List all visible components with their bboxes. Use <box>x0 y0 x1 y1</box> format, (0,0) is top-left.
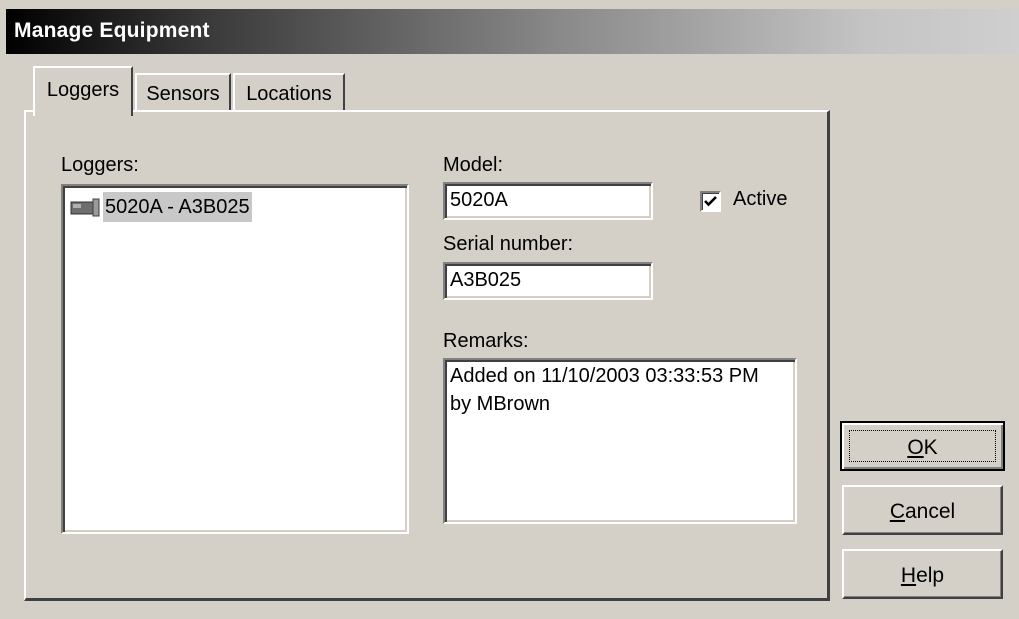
logger-device-icon <box>69 196 101 218</box>
active-checkbox[interactable] <box>700 191 721 212</box>
title-bar[interactable]: Manage Equipment <box>6 9 1019 54</box>
tab-loggers[interactable]: Loggers <box>33 66 133 116</box>
model-label: Model: <box>443 154 504 176</box>
tab-loggers-label: Loggers <box>46 79 120 101</box>
list-item-label: 5020A - A3B025 <box>103 192 252 222</box>
cancel-button[interactable]: Cancel <box>842 485 1003 535</box>
remarks-label: Remarks: <box>443 330 529 352</box>
loggers-list-label: Loggers: <box>61 154 139 176</box>
active-label[interactable]: Active <box>733 188 787 211</box>
serial-number-value: A3B025 <box>450 269 522 291</box>
tab-locations[interactable]: Locations <box>233 73 345 113</box>
manage-equipment-dialog: Manage Equipment Loggers Sensors Locatio… <box>0 0 1019 619</box>
window-title: Manage Equipment <box>14 19 210 42</box>
cancel-button-label: Cancel <box>889 500 956 523</box>
tab-sensors-label: Sensors <box>146 83 220 105</box>
ok-button-label: OK <box>907 436 938 459</box>
model-value: 5020A <box>450 189 508 211</box>
help-button-label: Help <box>900 564 945 587</box>
serial-number-field[interactable]: A3B025 <box>443 262 653 300</box>
tab-locations-label: Locations <box>246 83 332 105</box>
checkmark-icon <box>704 196 717 207</box>
tab-sensors[interactable]: Sensors <box>135 73 231 113</box>
ok-button[interactable]: OK <box>840 421 1005 471</box>
remarks-line-1: Added on 11/10/2003 03:33:53 PM <box>450 365 759 387</box>
remarks-textarea[interactable]: Added on 11/10/2003 03:33:53 PM by MBrow… <box>443 358 797 524</box>
serial-number-label: Serial number: <box>443 233 574 255</box>
loggers-list[interactable]: 5020A - A3B025 <box>61 184 409 534</box>
tab-panel-loggers: Loggers: 5020A - A3B025 Model: 5020A Act… <box>24 110 830 601</box>
list-item[interactable]: 5020A - A3B025 <box>69 192 252 222</box>
remarks-line-2: by MBrown <box>450 393 551 415</box>
model-field[interactable]: 5020A <box>443 182 653 220</box>
help-button[interactable]: Help <box>842 549 1003 599</box>
